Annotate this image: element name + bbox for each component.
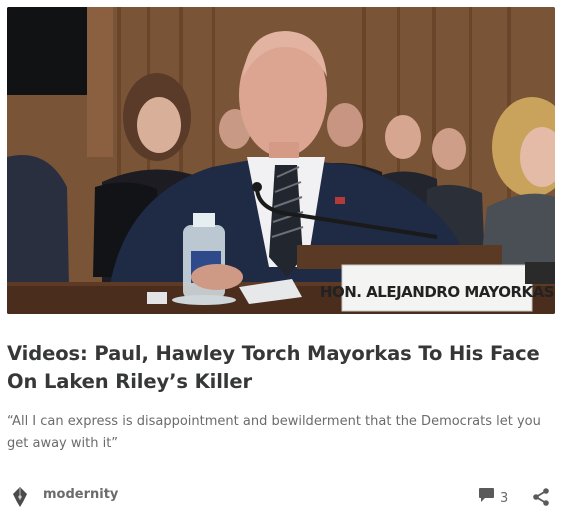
nameplate-text: HON. ALEJANDRO MAYORKAS [320, 283, 554, 301]
pen-nib-icon [7, 484, 33, 510]
author-link[interactable]: modernity [7, 482, 118, 512]
post-title[interactable]: Videos: Paul, Hawley Torch Mayorkas To H… [7, 340, 557, 396]
comments-button[interactable]: 3 [478, 486, 508, 508]
comment-bubble-icon [478, 487, 495, 507]
post-hero-image[interactable]: HON. ALEJANDRO MAYORKAS [7, 7, 555, 314]
author-name[interactable]: modernity [43, 487, 118, 502]
comment-count: 3 [500, 490, 509, 506]
post-footer: modernity 3 [7, 482, 555, 512]
share-icon[interactable] [532, 488, 550, 506]
post-subtitle: “All I can express is disappointment and… [7, 414, 541, 451]
post-card[interactable]: HON. ALEJANDRO MAYORKAS Videos: Paul, Ha… [0, 0, 563, 526]
